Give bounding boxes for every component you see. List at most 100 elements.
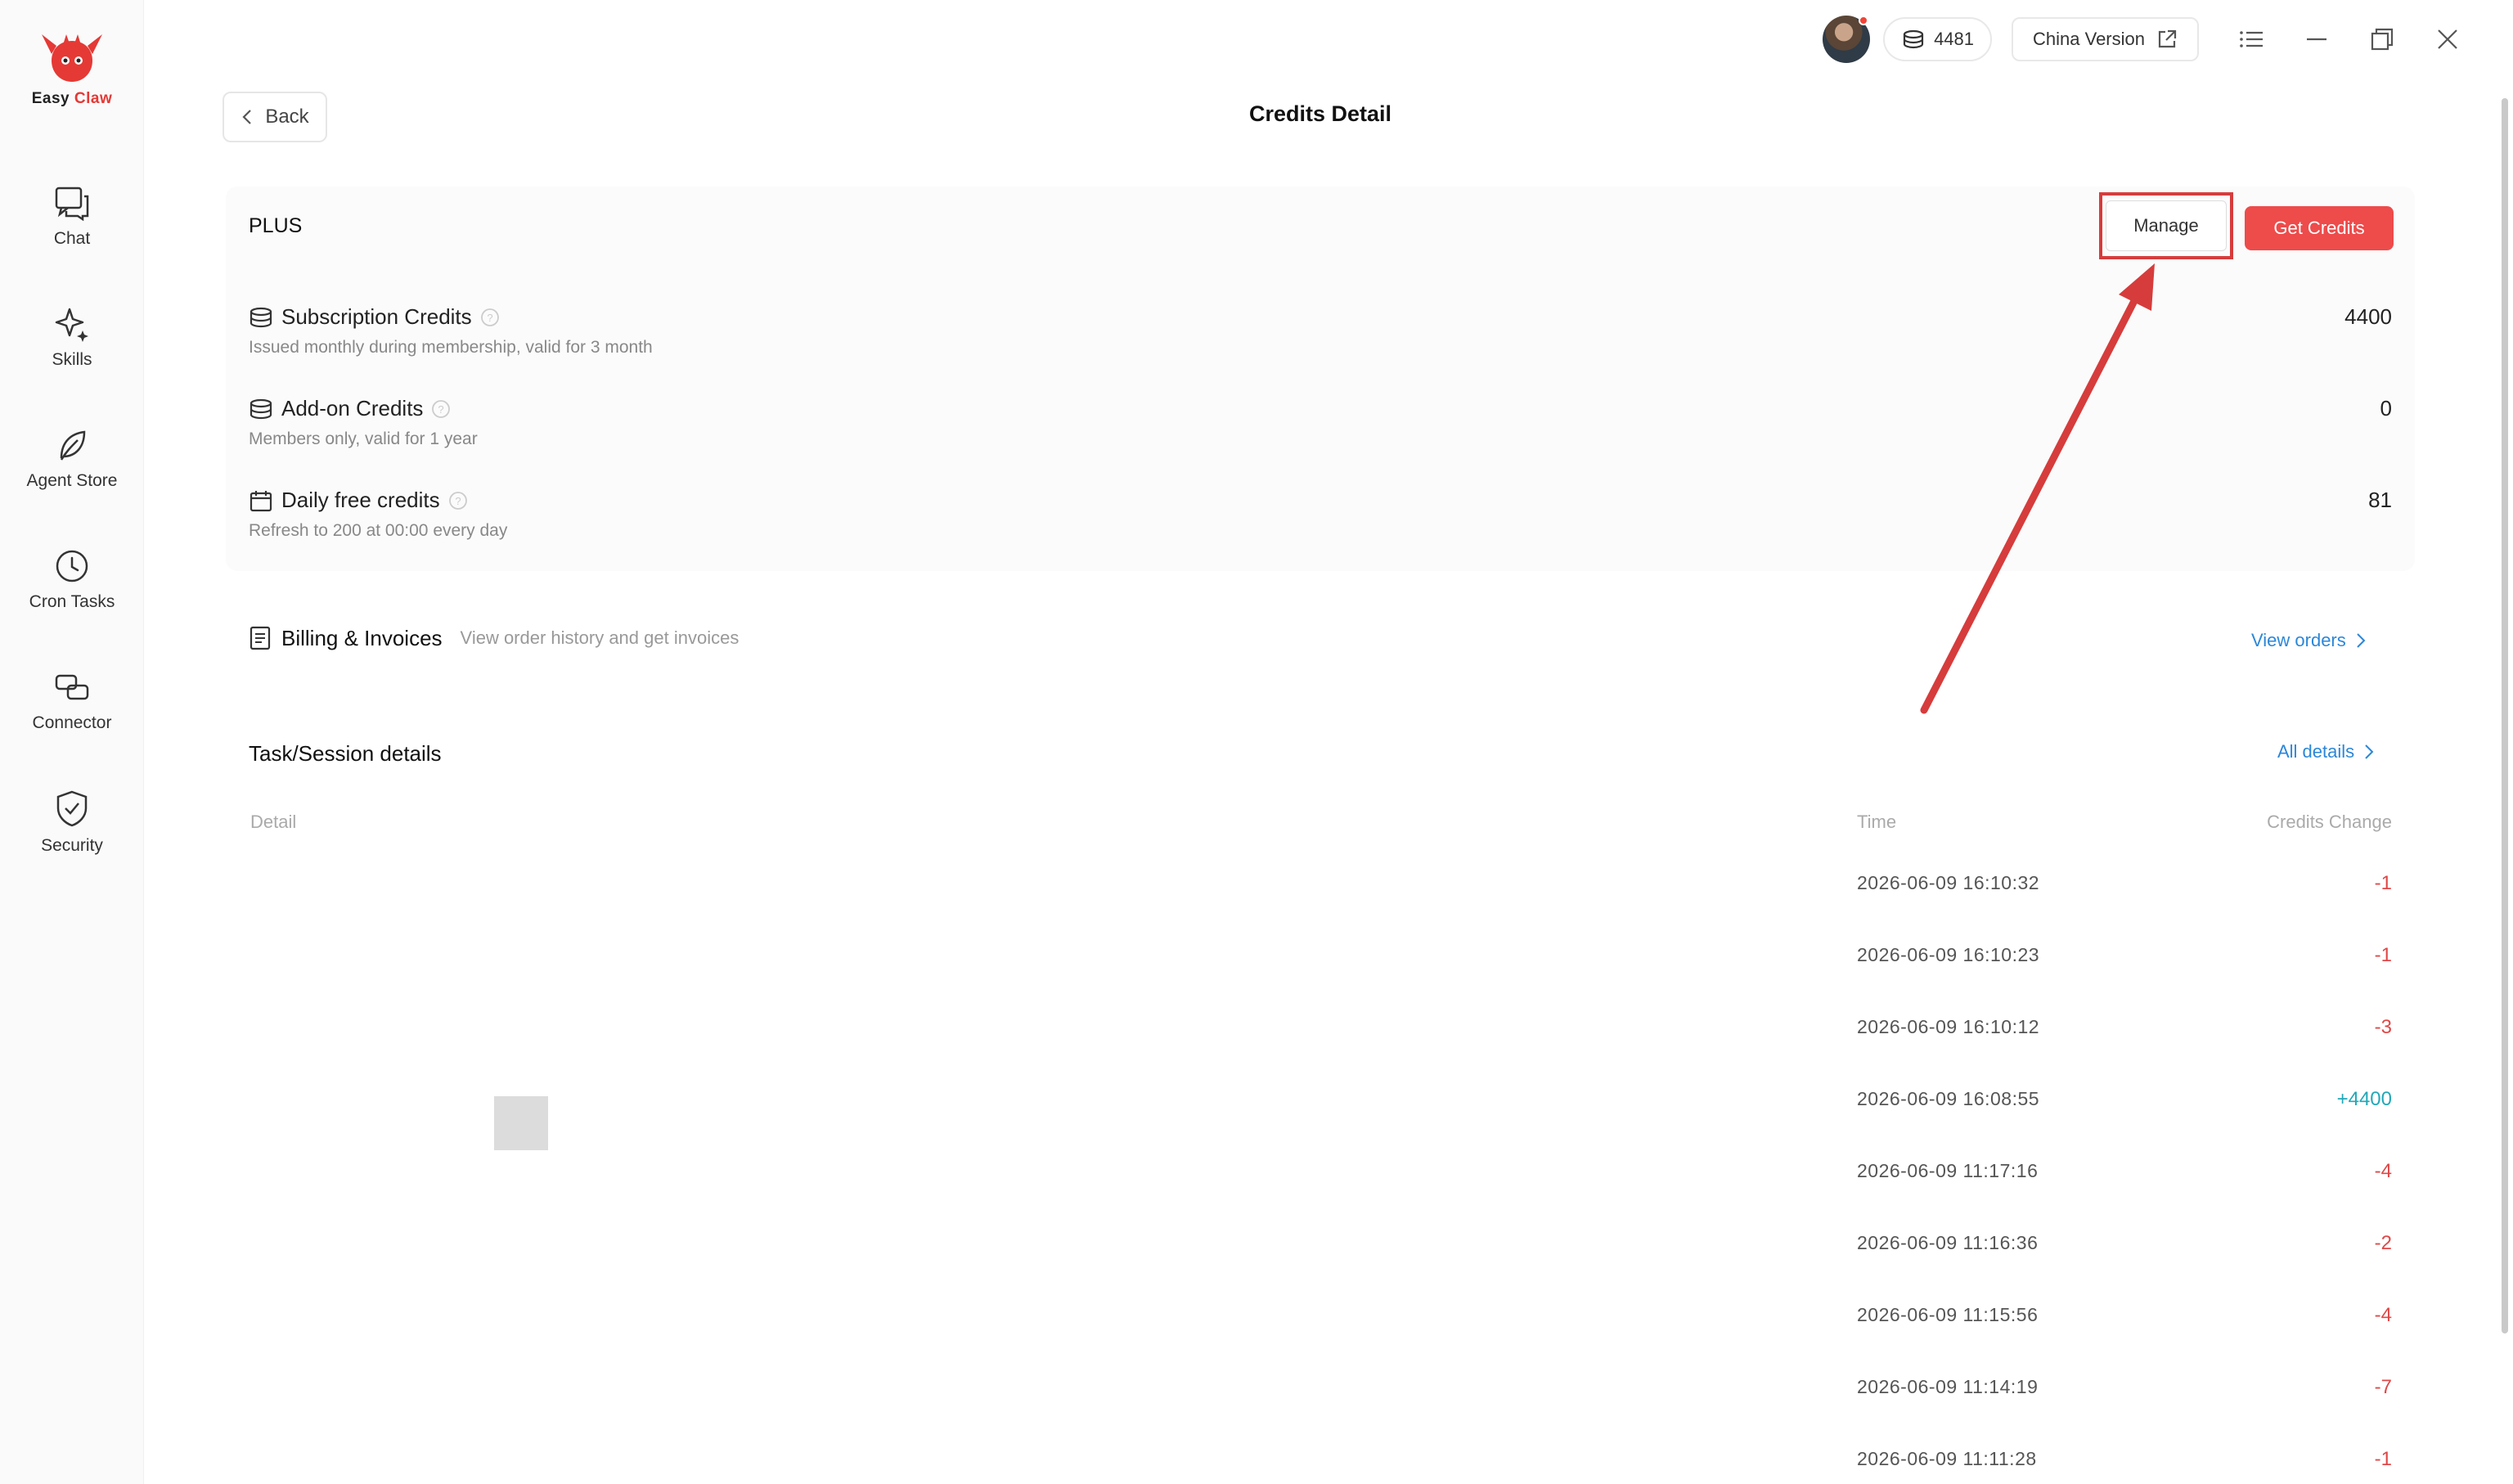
app-name-part2: Claw bbox=[74, 90, 113, 107]
coins-icon bbox=[249, 398, 273, 420]
task-row-credits-change: -7 bbox=[2374, 1376, 2392, 1398]
credit-title: Subscription Credits bbox=[281, 304, 472, 329]
view-orders-link[interactable]: View orders bbox=[2251, 630, 2366, 651]
sidebar-item-agent-store[interactable]: Agent Store bbox=[0, 427, 144, 491]
manage-button[interactable]: Manage bbox=[2106, 200, 2227, 251]
document-icon bbox=[250, 626, 271, 650]
view-orders-label: View orders bbox=[2251, 630, 2346, 650]
column-header-detail: Detail bbox=[250, 812, 297, 832]
task-row-credits-change: -1 bbox=[2374, 872, 2392, 894]
credit-subtitle: Refresh to 200 at 00:00 every day bbox=[249, 521, 508, 540]
credits-pill[interactable]: 4481 bbox=[1883, 17, 1993, 61]
plan-card: PLUS Manage Get Credits Subscription Cre… bbox=[226, 187, 2415, 571]
sidebar-item-skills[interactable]: Skills bbox=[0, 306, 144, 370]
all-details-label: All details bbox=[2277, 741, 2355, 762]
task-row-time: 2026-06-09 16:10:12 bbox=[1857, 1016, 2040, 1037]
help-icon[interactable]: ? bbox=[480, 308, 500, 327]
calendar-icon bbox=[249, 489, 273, 512]
notification-dot bbox=[1859, 16, 1869, 25]
shield-icon bbox=[56, 790, 88, 827]
sidebar-item-connector[interactable]: Connector bbox=[0, 669, 144, 733]
sidebar: Easy Claw Chat Skills Agent Store Cron T… bbox=[0, 0, 144, 1484]
sidebar-item-cron-tasks[interactable]: Cron Tasks bbox=[0, 548, 144, 612]
image-placeholder bbox=[494, 1096, 548, 1150]
task-row-time: 2026-06-09 11:14:19 bbox=[1857, 1376, 2039, 1397]
coins-icon bbox=[249, 307, 273, 328]
task-row-credits-change: -1 bbox=[2374, 944, 2392, 966]
list-menu-icon bbox=[2240, 31, 2263, 47]
plan-name: PLUS bbox=[249, 214, 303, 237]
credit-subtitle: Issued monthly during membership, valid … bbox=[249, 338, 653, 357]
restore-window-icon bbox=[2371, 28, 2394, 51]
restore-button[interactable] bbox=[2349, 15, 2415, 64]
chevron-right-icon bbox=[2365, 744, 2374, 759]
sidebar-item-chat[interactable]: Chat bbox=[0, 185, 144, 249]
credit-subtitle: Members only, valid for 1 year bbox=[249, 429, 478, 448]
svg-text:?: ? bbox=[455, 495, 461, 507]
task-row-credits-change: -2 bbox=[2374, 1232, 2392, 1254]
sidebar-item-label: Agent Store bbox=[26, 471, 118, 490]
addon-credits-row: Add-on Credits ? Members only, valid for… bbox=[249, 396, 2392, 449]
app-logo: Easy Claw bbox=[0, 29, 144, 108]
coins-icon bbox=[1903, 29, 1924, 49]
billing-description: View order history and get invoices bbox=[460, 627, 740, 648]
chevron-left-icon bbox=[242, 110, 252, 124]
sidebar-item-label: Cron Tasks bbox=[29, 592, 115, 611]
sidebar-item-security[interactable]: Security bbox=[0, 789, 144, 856]
credit-value: 0 bbox=[2380, 396, 2392, 420]
help-icon[interactable]: ? bbox=[431, 399, 451, 419]
sidebar-item-label: Security bbox=[41, 836, 103, 855]
all-details-link[interactable]: All details bbox=[2277, 741, 2374, 762]
svg-text:?: ? bbox=[438, 403, 444, 416]
back-button[interactable]: Back bbox=[223, 92, 327, 142]
task-row-credits-change: -1 bbox=[2374, 1448, 2392, 1470]
task-row-credits-change: -4 bbox=[2374, 1160, 2392, 1182]
task-row-time: 2026-06-09 16:08:55 bbox=[1857, 1088, 2040, 1109]
china-version-link[interactable]: China Version bbox=[2012, 17, 2199, 61]
task-row-credits-change: -3 bbox=[2374, 1016, 2392, 1038]
task-row-time: 2026-06-09 11:15:56 bbox=[1857, 1304, 2039, 1325]
credit-title: Add-on Credits bbox=[281, 396, 424, 420]
claw-logo-icon bbox=[42, 34, 102, 82]
task-row-credits-change: +4400 bbox=[2336, 1088, 2392, 1110]
app-name-part1: Easy bbox=[31, 90, 70, 107]
task-row-credits-change: -4 bbox=[2374, 1304, 2392, 1326]
chevron-right-icon bbox=[2357, 633, 2366, 648]
credits-count: 4481 bbox=[1934, 29, 1975, 49]
subscription-credits-row: Subscription Credits ? Issued monthly du… bbox=[249, 304, 2392, 358]
sparkle-icon bbox=[55, 308, 88, 342]
svg-text:?: ? bbox=[487, 312, 492, 324]
sidebar-item-label: Connector bbox=[32, 713, 112, 732]
minimize-icon bbox=[2307, 38, 2326, 41]
task-row-time: 2026-06-09 11:16:36 bbox=[1857, 1232, 2039, 1253]
app-name: Easy Claw bbox=[0, 90, 144, 108]
chat-icon bbox=[55, 187, 89, 221]
task-row-time: 2026-06-09 16:10:32 bbox=[1857, 872, 2040, 893]
version-label: China Version bbox=[2033, 29, 2145, 49]
task-row-time: 2026-06-09 11:11:28 bbox=[1857, 1448, 2037, 1469]
scrollbar[interactable] bbox=[2502, 98, 2508, 1333]
close-button[interactable] bbox=[2415, 15, 2480, 64]
menu-button[interactable] bbox=[2219, 15, 2284, 64]
user-avatar[interactable] bbox=[1823, 16, 1871, 63]
close-icon bbox=[2438, 29, 2457, 49]
credit-title: Daily free credits bbox=[281, 488, 440, 512]
credit-value: 81 bbox=[2368, 488, 2392, 512]
get-credits-button[interactable]: Get Credits bbox=[2245, 206, 2394, 250]
daily-free-credits-row: Daily free credits ? Refresh to 200 at 0… bbox=[249, 488, 2392, 541]
tasks-title: Task/Session details bbox=[249, 741, 442, 766]
billing-section: Billing & Invoices View order history an… bbox=[249, 625, 739, 651]
page-title: Credits Detail bbox=[1248, 101, 1392, 126]
credit-value: 4400 bbox=[2344, 304, 2392, 329]
task-row-time: 2026-06-09 11:17:16 bbox=[1857, 1160, 2039, 1181]
clock-icon bbox=[56, 550, 88, 582]
link-icon bbox=[55, 674, 89, 700]
minimize-button[interactable] bbox=[2284, 15, 2349, 64]
external-link-icon bbox=[2158, 29, 2177, 48]
back-label: Back bbox=[265, 106, 309, 128]
top-bar: 4481 China Version bbox=[1823, 15, 2480, 64]
billing-title: Billing & Invoices bbox=[281, 625, 443, 650]
sidebar-item-label: Chat bbox=[53, 229, 91, 248]
help-icon[interactable]: ? bbox=[448, 491, 468, 510]
column-header-time: Time bbox=[1857, 812, 1897, 832]
